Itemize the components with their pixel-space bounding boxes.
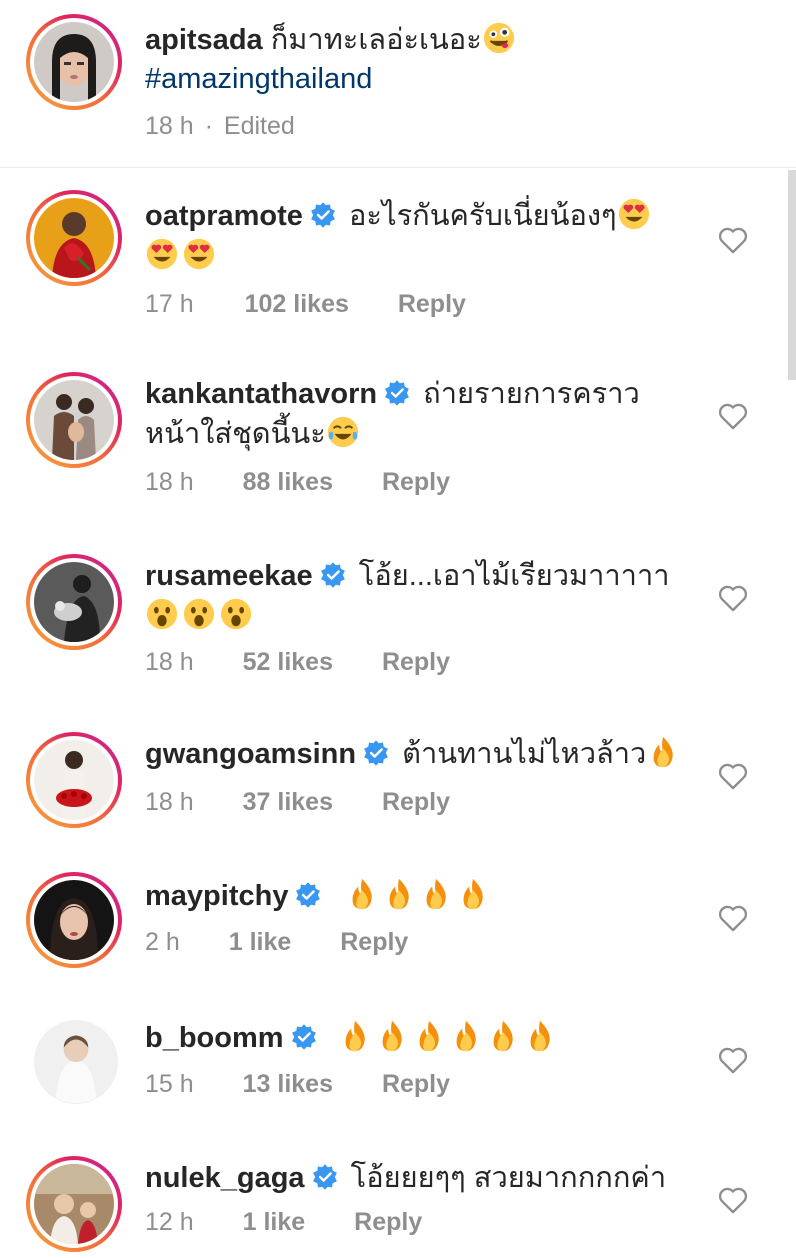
comment-username[interactable]: oatpramote <box>145 200 303 232</box>
reply-button[interactable]: Reply <box>382 1070 450 1099</box>
comment-time: 15 h <box>145 1070 194 1098</box>
comment-text: โอ้ย...เอาไม้เรียวมาาาาา <box>358 560 670 592</box>
heart-outline-icon[interactable] <box>718 904 748 932</box>
comment-time: 18 h <box>145 648 194 676</box>
scrollbar[interactable] <box>788 170 796 380</box>
comment-text: อะไรกันครับเนี่ยน้องๆ <box>348 200 617 232</box>
avatar[interactable] <box>26 190 122 286</box>
heart-outline-icon[interactable] <box>718 762 748 790</box>
comment-username[interactable]: maypitchy <box>145 880 288 912</box>
open-mouth-emoji-icon <box>183 598 215 630</box>
tears-of-joy-emoji-icon <box>327 416 358 448</box>
fire-emoji-icon <box>426 878 446 910</box>
reply-button[interactable]: Reply <box>398 290 466 319</box>
heart-eyes-emoji-icon <box>146 238 178 270</box>
avatar[interactable] <box>26 14 122 110</box>
open-mouth-emoji-icon <box>146 598 178 630</box>
fire-emoji-icon <box>389 878 409 910</box>
comment-likes[interactable]: 13 likes <box>243 1070 333 1099</box>
caption-separator: · <box>204 112 213 140</box>
caption-username[interactable]: apitsada <box>145 24 263 56</box>
avatar[interactable] <box>26 1156 122 1252</box>
heart-outline-icon[interactable] <box>718 402 748 430</box>
comment-likes[interactable]: 88 likes <box>243 468 333 497</box>
comment-username[interactable]: nulek_gaga <box>145 1162 305 1194</box>
heart-outline-icon[interactable] <box>718 584 748 612</box>
reply-button[interactable]: Reply <box>382 648 450 677</box>
heart-outline-icon[interactable] <box>718 1186 748 1214</box>
verified-badge-icon <box>385 380 409 406</box>
heart-eyes-emoji-icon <box>618 198 649 230</box>
fire-emoji-icon <box>463 878 483 910</box>
verified-badge-icon <box>320 562 345 588</box>
comment-username[interactable]: kankantathavorn <box>145 378 377 410</box>
reply-button[interactable]: Reply <box>382 468 450 497</box>
comment-likes[interactable]: 102 likes <box>245 290 349 319</box>
caption-edited-label: Edited <box>223 112 295 140</box>
comment-text-continued: หน้าใส่ชุดนี้นะ <box>145 418 326 450</box>
fire-emoji-icon <box>419 1020 439 1052</box>
verified-badge-icon <box>312 1164 337 1190</box>
reply-button[interactable]: Reply <box>340 928 408 957</box>
verified-badge-icon <box>364 740 388 766</box>
verified-badge-icon <box>291 1024 316 1050</box>
avatar[interactable] <box>26 372 122 468</box>
reply-button[interactable]: Reply <box>382 788 450 817</box>
fire-emoji-icon <box>653 736 674 768</box>
comment-likes[interactable]: 52 likes <box>243 648 333 677</box>
fire-emoji-icon <box>352 878 372 910</box>
heart-outline-icon[interactable] <box>718 1046 748 1074</box>
comment-likes[interactable]: 37 likes <box>243 788 333 817</box>
comment-text: ถ่ายรายการคราว <box>423 378 640 410</box>
fire-emoji-icon <box>493 1020 513 1052</box>
heart-eyes-emoji-icon <box>183 238 215 270</box>
comment-username[interactable]: rusameekae <box>145 560 313 592</box>
comment-username[interactable]: b_boomm <box>145 1022 284 1054</box>
comment-time: 17 h <box>145 290 194 318</box>
comment-time: 2 h <box>145 928 180 956</box>
comment-likes[interactable]: 1 like <box>229 928 292 957</box>
zany-face-emoji-icon <box>483 22 514 54</box>
fire-emoji-icon <box>382 1020 402 1052</box>
caption-time: 18 h <box>145 112 194 140</box>
comment-time: 18 h <box>145 468 194 496</box>
comments-screen: apitsada ก็มาทะเลอ่ะเนอะ #amazingthailan… <box>0 0 796 1258</box>
avatar[interactable] <box>26 872 122 968</box>
reply-button[interactable]: Reply <box>354 1208 422 1237</box>
caption-text: ก็มาทะเลอ่ะเนอะ <box>270 24 482 56</box>
avatar[interactable] <box>26 732 122 828</box>
caption-hashtag[interactable]: #amazingthailand <box>145 60 705 98</box>
comment-text: ต้านทานไม่ไหวล้าว <box>402 738 647 770</box>
verified-badge-icon <box>311 202 335 228</box>
comment-likes[interactable]: 1 like <box>243 1208 306 1237</box>
fire-emoji-icon <box>345 1020 365 1052</box>
open-mouth-emoji-icon <box>220 598 252 630</box>
avatar[interactable] <box>34 1020 118 1104</box>
fire-emoji-icon <box>456 1020 476 1052</box>
comment-username[interactable]: gwangoamsinn <box>145 738 356 770</box>
comment-time: 18 h <box>145 788 194 816</box>
avatar[interactable] <box>26 554 122 650</box>
comment-text: โอ้ยยยๆๆ สวยมากกกกค่า <box>350 1162 667 1194</box>
heart-outline-icon[interactable] <box>718 226 748 254</box>
verified-badge-icon <box>296 882 321 908</box>
comment-time: 12 h <box>145 1208 194 1236</box>
fire-emoji-icon <box>530 1020 550 1052</box>
post-caption: apitsada ก็มาทะเลอ่ะเนอะ #amazingthailan… <box>0 0 796 168</box>
